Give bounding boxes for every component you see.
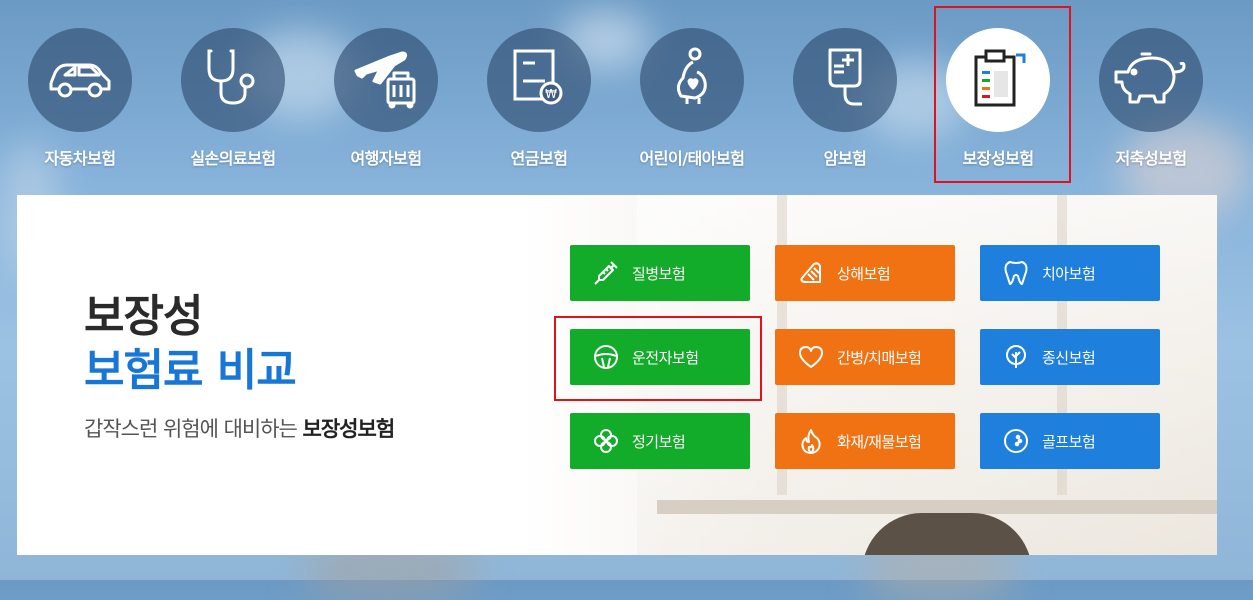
subtitle-highlight: 보장성보험 xyxy=(302,417,396,441)
whole-life-insurance-button[interactable]: 종신보험 xyxy=(980,329,1160,385)
disease-insurance-button[interactable]: 질병보험 xyxy=(570,245,750,301)
button-label: 치아보험 xyxy=(1042,264,1096,283)
pension-document-icon: ₩ xyxy=(509,47,569,113)
pregnant-icon xyxy=(667,46,717,114)
nav-item-car-insurance[interactable]: 자동차보험 xyxy=(5,28,155,169)
golf-insurance-button[interactable]: 골프보험 xyxy=(980,413,1160,469)
stethoscope-icon xyxy=(201,47,265,113)
button-label: 간병/치매보험 xyxy=(837,348,922,367)
insurance-compare-panel: 보장성 보험료 비교 갑작스런 위험에 대비하는 보장성보험 질병보험 상해보험 xyxy=(17,195,1217,555)
dental-insurance-button[interactable]: 치아보험 xyxy=(980,245,1160,301)
term-insurance-button[interactable]: 정기보험 xyxy=(570,413,750,469)
fire-property-insurance-button[interactable]: 화재/재물보험 xyxy=(775,413,955,469)
button-label: 정기보험 xyxy=(632,432,686,451)
nav-label: 실손의료보험 xyxy=(190,149,276,168)
button-label: 질병보험 xyxy=(632,264,686,283)
tooth-icon xyxy=(1002,259,1030,287)
golf-ball-icon xyxy=(1002,427,1030,455)
button-label: 화재/재물보험 xyxy=(837,432,922,451)
nav-label: 어린이/태아보험 xyxy=(639,149,745,168)
nav-label: 여행자보험 xyxy=(350,149,422,168)
button-label: 골프보험 xyxy=(1042,432,1096,451)
nav-item-pension-insurance[interactable]: ₩ 연금보험 xyxy=(464,28,614,169)
syringe-icon xyxy=(592,259,620,287)
nav-item-cancer-insurance[interactable]: 암보험 xyxy=(770,28,920,169)
clover-icon xyxy=(592,427,620,455)
iv-bag-icon xyxy=(820,46,870,114)
car-icon xyxy=(45,53,115,107)
title-line-1: 보장성 xyxy=(84,291,203,342)
nav-item-medical-insurance[interactable]: 실손의료보험 xyxy=(158,28,308,169)
heart-icon xyxy=(797,343,825,371)
driver-insurance-highlight xyxy=(554,316,762,401)
piggy-bank-icon xyxy=(1112,50,1190,110)
sprout-icon xyxy=(1002,343,1030,371)
fire-icon xyxy=(797,427,825,455)
nav-label: 암보험 xyxy=(823,149,867,168)
button-label: 상해보험 xyxy=(837,264,891,283)
nav-item-travel-insurance[interactable]: 여행자보험 xyxy=(311,28,461,169)
bandage-icon xyxy=(797,259,825,287)
subtitle: 갑작스런 위험에 대비하는 보장성보험 xyxy=(84,413,396,443)
selected-category-highlight xyxy=(934,6,1071,183)
nav-label: 자동차보험 xyxy=(44,149,116,168)
title-line-2: 보험료 비교 xyxy=(84,345,297,396)
subtitle-text: 갑작스런 위험에 대비하는 xyxy=(84,417,303,441)
insurance-category-nav: 자동차보험 실손의료보험 여행자보험 ₩ 연금보험 어린이/태아보험 암보험 보… xyxy=(0,0,1253,190)
button-label: 종신보험 xyxy=(1042,348,1096,367)
svg-text:₩: ₩ xyxy=(545,87,557,101)
nav-item-savings-insurance[interactable]: 저축성보험 xyxy=(1076,28,1226,169)
injury-insurance-button[interactable]: 상해보험 xyxy=(775,245,955,301)
nursing-dementia-insurance-button[interactable]: 간병/치매보험 xyxy=(775,329,955,385)
nav-item-child-insurance[interactable]: 어린이/태아보험 xyxy=(617,28,767,169)
page-title: 보장성 보험료 비교 xyxy=(84,290,297,398)
airplane-luggage-icon xyxy=(350,47,422,113)
nav-label: 연금보험 xyxy=(510,149,568,168)
nav-label: 저축성보험 xyxy=(1115,149,1187,168)
